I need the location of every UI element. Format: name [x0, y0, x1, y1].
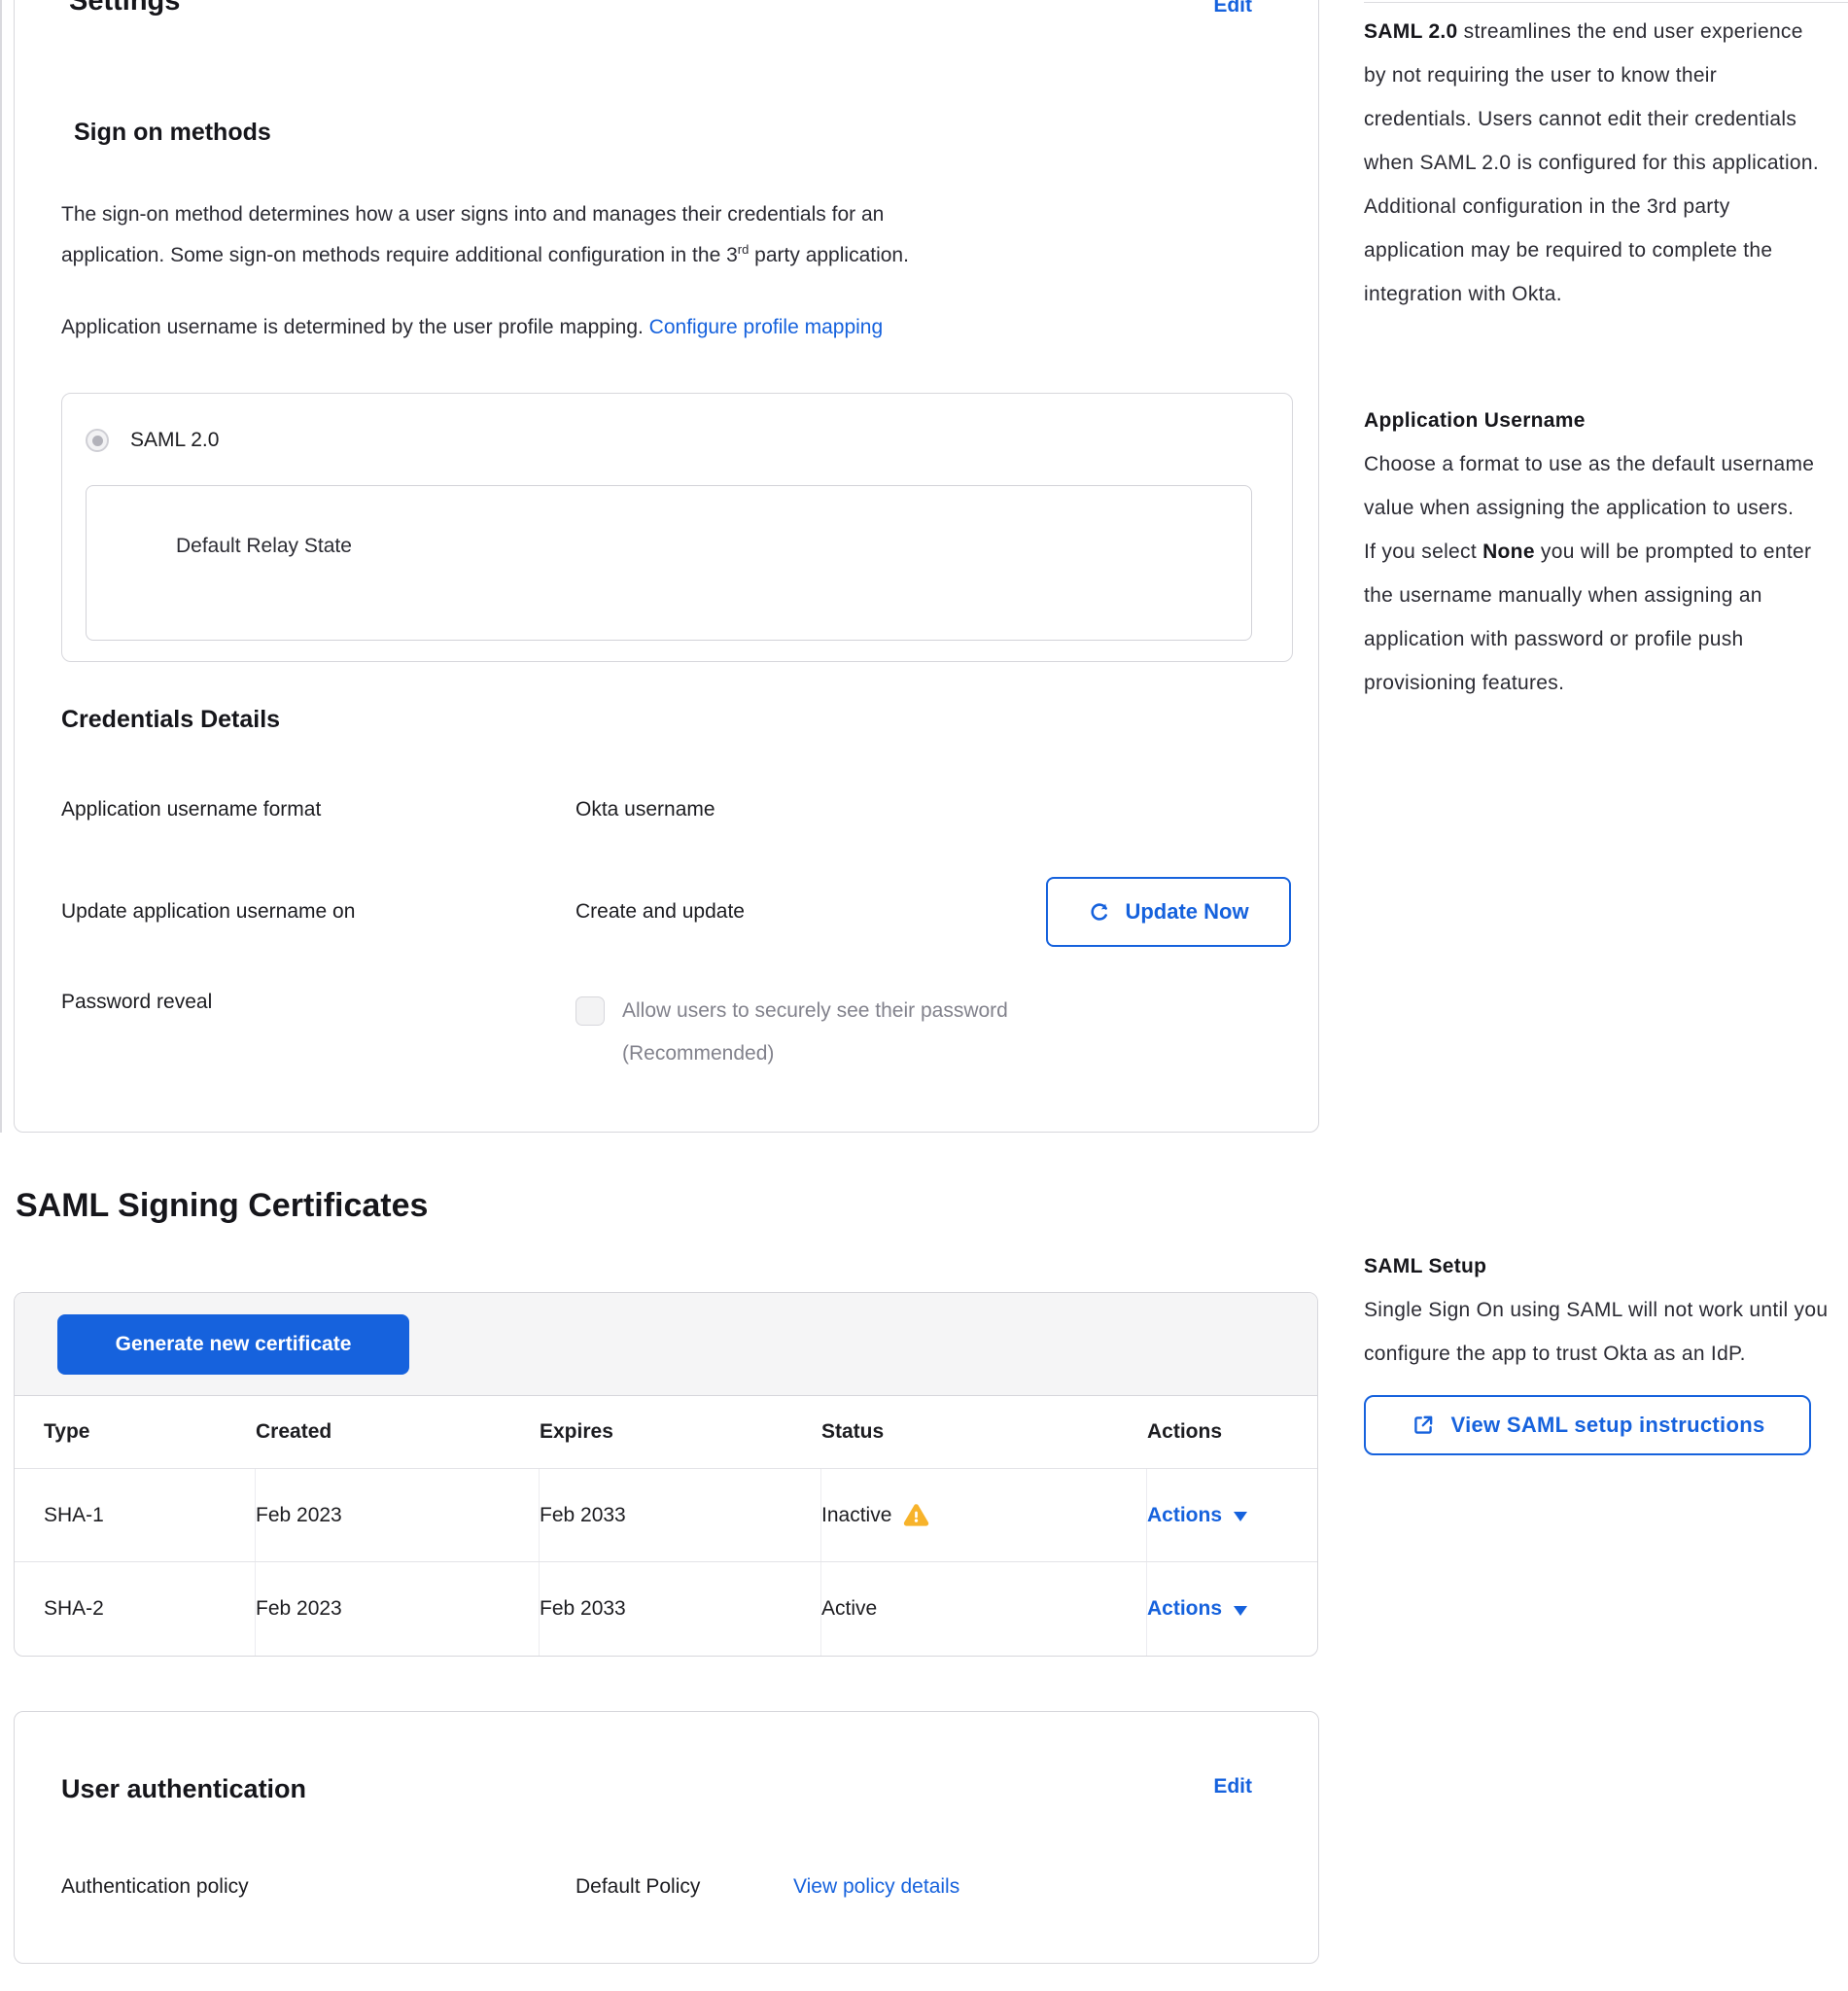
saml-help-text: SAML 2.0 streamlines the end user experi…	[1364, 10, 1829, 316]
caret-down-icon	[1234, 1512, 1247, 1521]
status-text: Active	[821, 1597, 877, 1621]
certificates-panel: Generate new certificate Type Created Ex…	[14, 1292, 1318, 1657]
column-header-created: Created	[256, 1396, 540, 1468]
saml-signing-certificates-heading: SAML Signing Certificates	[16, 1185, 1319, 1226]
saml-method-box: SAML 2.0 Default Relay State	[61, 393, 1293, 662]
sidebar-top-divider	[1364, 2, 1848, 3]
configure-profile-mapping-link[interactable]: Configure profile mapping	[649, 316, 883, 338]
password-reveal-label: Password reveal	[61, 990, 575, 1015]
user-authentication-title: User authentication	[61, 1772, 306, 1805]
main-column: Settings Edit Sign on methods The sign-o…	[14, 0, 1319, 1991]
warning-icon	[903, 1502, 929, 1528]
application-username-para1: Choose a format to use as the default us…	[1364, 442, 1829, 530]
view-saml-setup-instructions-button[interactable]: View SAML setup instructions	[1364, 1395, 1811, 1455]
credentials-details-heading: Credentials Details	[61, 705, 1291, 735]
authentication-policy-label: Authentication policy	[61, 1875, 575, 1899]
column-header-expires: Expires	[540, 1396, 821, 1468]
application-username-para2: If you select None you will be prompted …	[1364, 530, 1829, 705]
sign-on-description-line2: application. Some sign-on methods requir…	[61, 235, 1291, 276]
settings-title: Settings	[69, 0, 180, 18]
username-format-value: Okta username	[575, 797, 715, 822]
password-reveal-row: Password reveal Allow users to securely …	[61, 990, 1291, 1075]
help-sidebar: SAML 2.0 streamlines the end user experi…	[1364, 0, 1829, 1991]
user-authentication-header: User authentication Edit	[61, 1772, 1291, 1805]
saml-radio-row: SAML 2.0	[86, 429, 1292, 452]
column-header-status: Status	[821, 1396, 1147, 1468]
caret-down-icon	[1234, 1606, 1247, 1616]
settings-card: Settings Edit Sign on methods The sign-o…	[14, 0, 1319, 1133]
cell-created: Feb 2023	[256, 1469, 540, 1561]
update-username-label: Update application username on	[61, 899, 575, 925]
actions-dropdown[interactable]: Actions	[1147, 1562, 1317, 1656]
saml-radio-label: SAML 2.0	[130, 429, 219, 452]
cell-status: Inactive	[821, 1469, 1147, 1561]
user-authentication-edit-link[interactable]: Edit	[1213, 1772, 1252, 1801]
password-reveal-description: Allow users to securely see their passwo…	[622, 990, 1008, 1075]
actions-label: Actions	[1147, 1597, 1222, 1621]
radio-dot-icon	[92, 436, 103, 446]
saml-setup-heading: SAML Setup	[1364, 1244, 1829, 1288]
update-username-row: Update application username on Create an…	[61, 877, 1291, 947]
saml-setup-para: Single Sign On using SAML will not work …	[1364, 1288, 1829, 1376]
column-header-type: Type	[44, 1396, 256, 1468]
settings-edit-link[interactable]: Edit	[1213, 0, 1252, 20]
table-row-sha2: SHA-2 Feb 2023 Feb 2033 Active Actions	[15, 1562, 1317, 1656]
saml-help-section: SAML 2.0 streamlines the end user experi…	[1364, 10, 1829, 316]
ordinal-superscript: rd	[738, 242, 750, 257]
generate-new-certificate-button[interactable]: Generate new certificate	[57, 1314, 409, 1375]
application-username-section: Application Username Choose a format to …	[1364, 399, 1829, 705]
sign-on-description-line1: The sign-on method determines how a user…	[61, 194, 1291, 235]
application-username-heading: Application Username	[1364, 399, 1829, 442]
status-text: Inactive	[821, 1504, 891, 1527]
user-authentication-card: User authentication Edit Authentication …	[14, 1711, 1319, 1964]
app-username-note-text: Application username is determined by th…	[61, 316, 644, 338]
cell-created: Feb 2023	[256, 1562, 540, 1656]
update-now-label: Update Now	[1125, 899, 1248, 925]
actions-label: Actions	[1147, 1504, 1222, 1527]
certificates-table-header: Type Created Expires Status Actions	[15, 1396, 1317, 1469]
refresh-icon	[1088, 900, 1111, 924]
sign-on-methods-heading: Sign on methods	[74, 118, 1291, 148]
saml-setup-section: SAML Setup Single Sign On using SAML wil…	[1364, 1244, 1829, 1455]
cell-expires: Feb 2033	[540, 1562, 821, 1656]
settings-card-header: Settings Edit	[61, 0, 1291, 20]
app-username-note: Application username is determined by th…	[61, 307, 1291, 348]
page: Settings Edit Sign on methods The sign-o…	[0, 0, 1848, 1991]
update-username-value: Create and update	[575, 899, 745, 925]
page-left-divider	[0, 0, 2, 1133]
saml-setup-button-label: View SAML setup instructions	[1451, 1413, 1765, 1438]
column-header-actions: Actions	[1147, 1396, 1317, 1468]
external-link-icon	[1411, 1413, 1436, 1438]
cell-type: SHA-2	[44, 1562, 256, 1656]
authentication-policy-row: Authentication policy Default Policy Vie…	[61, 1875, 1291, 1899]
cell-status: Active	[821, 1562, 1147, 1656]
username-format-label: Application username format	[61, 797, 575, 822]
view-policy-details-link[interactable]: View policy details	[793, 1875, 959, 1899]
actions-dropdown[interactable]: Actions	[1147, 1469, 1317, 1561]
authentication-policy-value: Default Policy	[575, 1875, 793, 1899]
sign-on-description: The sign-on method determines how a user…	[61, 194, 1291, 276]
update-now-button[interactable]: Update Now	[1046, 877, 1291, 947]
username-format-row: Application username format Okta usernam…	[61, 797, 1291, 822]
saml-radio[interactable]	[86, 429, 109, 452]
table-row-sha1: SHA-1 Feb 2023 Feb 2033 Inactive Actions	[15, 1469, 1317, 1562]
cell-type: SHA-1	[44, 1469, 256, 1561]
cell-expires: Feb 2033	[540, 1469, 821, 1561]
certificates-toolbar: Generate new certificate	[15, 1293, 1317, 1396]
default-relay-state-label: Default Relay State	[176, 535, 352, 557]
default-relay-state-field: Default Relay State	[86, 485, 1252, 641]
password-reveal-checkbox[interactable]	[575, 996, 605, 1026]
